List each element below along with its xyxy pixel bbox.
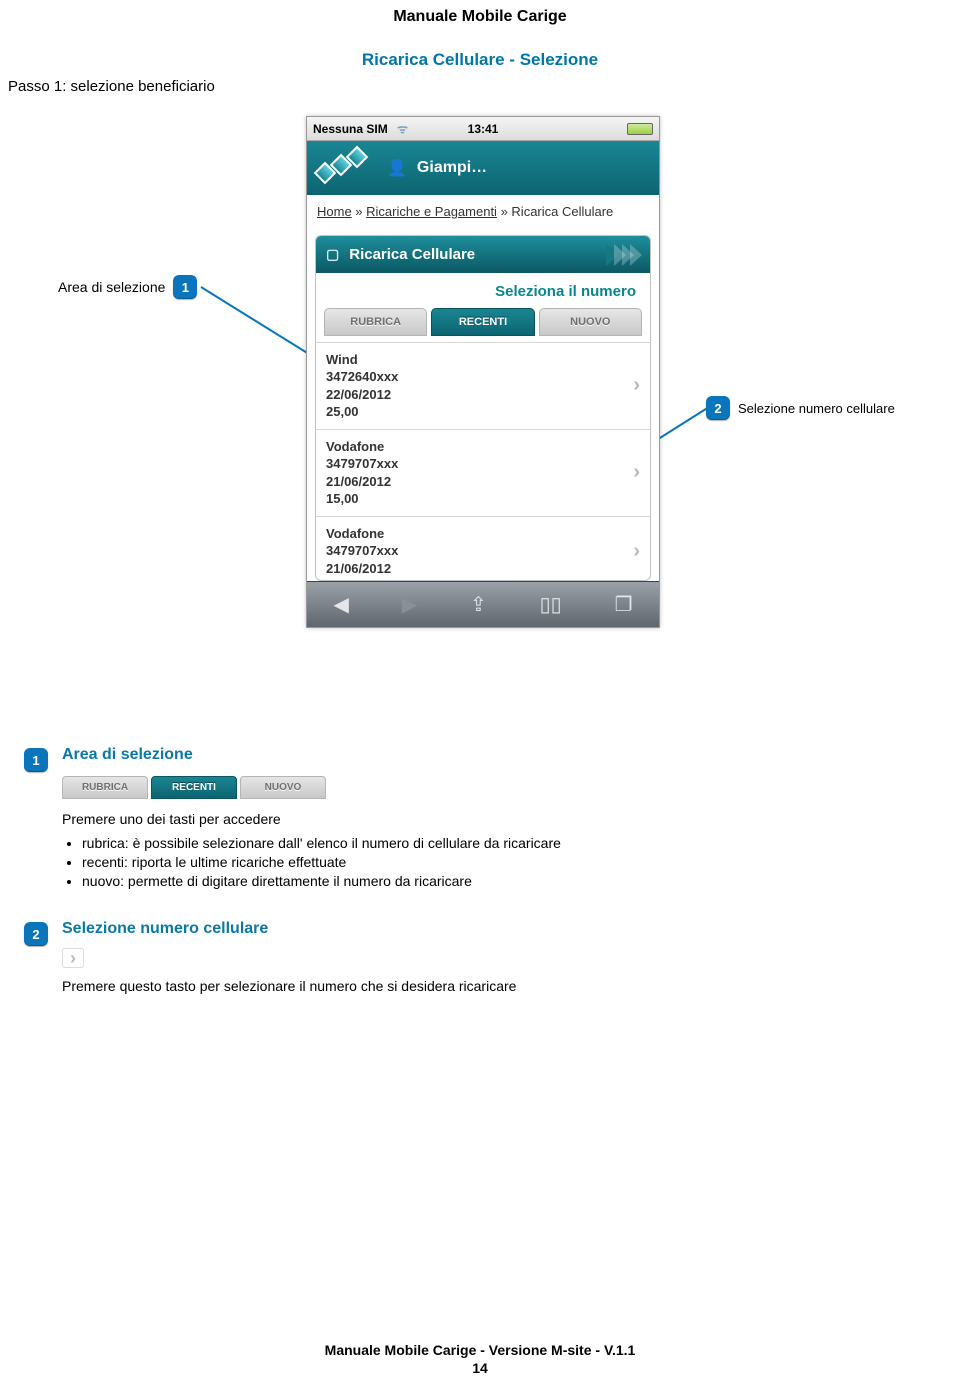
callout-selezione-numero: 2 Selezione numero cellulare (706, 396, 895, 420)
status-time: 13:41 (468, 122, 499, 136)
callout-right-label: Selezione numero cellulare (738, 401, 895, 416)
legend-item-2: 2 Selezione numero cellulare › Premere q… (24, 920, 924, 1002)
legend-bullet: nuovo: permette di digitare direttamente… (82, 873, 924, 889)
tab-recenti[interactable]: RECENTI (431, 308, 534, 336)
phone-icon: ▢ (326, 246, 339, 263)
mini-tab-nuovo: NUOVO (240, 776, 326, 799)
list-item[interactable]: Vodafone 3479707xxx 21/06/2012 15,00 › (316, 429, 650, 516)
breadcrumb-l2[interactable]: Ricariche e Pagamenti (366, 204, 497, 219)
row-amount: 15,00 (326, 490, 633, 508)
legend-title-2: Selezione numero cellulare (62, 920, 924, 938)
legend-badge-1: 1 (24, 748, 48, 772)
legend-bullet: recenti: riporta le ultime ricariche eff… (82, 854, 924, 870)
back-icon[interactable]: ◀ (333, 592, 348, 617)
breadcrumb-sep: » (497, 204, 511, 219)
doc-header: Manuale Mobile Carige (0, 0, 960, 26)
status-sim: Nessuna SIM (313, 122, 388, 136)
panel-subtitle: Seleziona il numero (316, 273, 650, 308)
row-number: 3479707xxx (326, 542, 633, 560)
row-date: 21/06/2012 (326, 473, 633, 491)
section-title: Ricarica Cellulare - Selezione (0, 50, 960, 70)
mini-tab-recenti: RECENTI (151, 776, 237, 799)
legend-intro-1: Premere uno dei tasti per accedere (62, 811, 924, 827)
legend-item-1: 1 Area di selezione RUBRICA RECENTI NUOV… (24, 746, 924, 892)
forward-icon: ▶ (402, 592, 417, 617)
panel-title: Ricarica Cellulare (349, 246, 475, 263)
breadcrumb-l3: Ricarica Cellulare (511, 204, 613, 219)
row-operator: Wind (326, 351, 633, 369)
browser-toolbar: ◀ ▶ ⇪ ▯▯ ❐ (307, 581, 659, 627)
callout-badge-1: 1 (173, 275, 197, 299)
phone-mockup: Nessuna SIM ᯤ 13:41 👤 Giampi… Home » Ric… (306, 116, 660, 628)
row-date: 22/06/2012 (326, 386, 633, 404)
list-item[interactable]: Vodafone 3479707xxx 21/06/2012 › (316, 516, 650, 580)
footer-text: Manuale Mobile Carige - Versione M-site … (0, 1342, 960, 1358)
legend-bullet: rubrica: è possibile selezionare dall' e… (82, 835, 924, 851)
user-icon[interactable]: 👤 (387, 158, 407, 178)
chevron-right-icon[interactable]: › (633, 372, 640, 399)
legend-text-2: Premere questo tasto per selezionare il … (62, 978, 924, 994)
header-user-name: Giampi… (417, 159, 487, 177)
row-date: 21/06/2012 (326, 560, 633, 578)
list-item[interactable]: Wind 3472640xxx 22/06/2012 25,00 › (316, 342, 650, 429)
tab-rubrica[interactable]: RUBRICA (324, 308, 427, 336)
battery-icon (627, 123, 653, 135)
callout-left-label: Area di selezione (58, 279, 165, 295)
row-number: 3479707xxx (326, 455, 633, 473)
logo-icon (313, 149, 373, 187)
breadcrumb: Home » Ricariche e Pagamenti » Ricarica … (307, 195, 659, 231)
wizard-steps-icon (610, 244, 642, 266)
tabs-icon[interactable]: ❐ (615, 592, 633, 617)
step-label: Passo 1: selezione beneficiario (8, 78, 215, 95)
tabs: RUBRICA RECENTI NUOVO (316, 308, 650, 342)
footer: Manuale Mobile Carige - Versione M-site … (0, 1342, 960, 1376)
chevron-right-icon[interactable]: › (633, 538, 640, 565)
legend-mini-tabs: RUBRICA RECENTI NUOVO (62, 776, 326, 799)
breadcrumb-home[interactable]: Home (317, 204, 352, 219)
status-bar: Nessuna SIM ᯤ 13:41 (307, 117, 659, 141)
row-number: 3472640xxx (326, 368, 633, 386)
row-operator: Vodafone (326, 525, 633, 543)
app-header: 👤 Giampi… (307, 141, 659, 195)
chevron-right-icon[interactable]: › (633, 459, 640, 486)
mini-tab-rubrica: RUBRICA (62, 776, 148, 799)
page-number: 14 (0, 1360, 960, 1376)
legend-badge-2: 2 (24, 922, 48, 946)
callout-badge-2: 2 (706, 396, 730, 420)
wifi-icon: ᯤ (397, 120, 408, 137)
row-amount: 25,00 (326, 403, 633, 421)
bookmarks-icon[interactable]: ▯▯ (540, 592, 562, 617)
legend-title-1: Area di selezione (62, 746, 924, 764)
share-icon[interactable]: ⇪ (470, 592, 487, 617)
panel-ricarica: ▢ Ricarica Cellulare Seleziona il numero… (315, 235, 651, 581)
tab-nuovo[interactable]: NUOVO (539, 308, 642, 336)
legend: 1 Area di selezione RUBRICA RECENTI NUOV… (24, 746, 924, 1030)
legend-chevron-icon: › (62, 948, 84, 968)
row-operator: Vodafone (326, 438, 633, 456)
callout-area-di-selezione: Area di selezione 1 (58, 275, 197, 299)
panel-header: ▢ Ricarica Cellulare (316, 236, 650, 273)
breadcrumb-sep: » (352, 204, 366, 219)
